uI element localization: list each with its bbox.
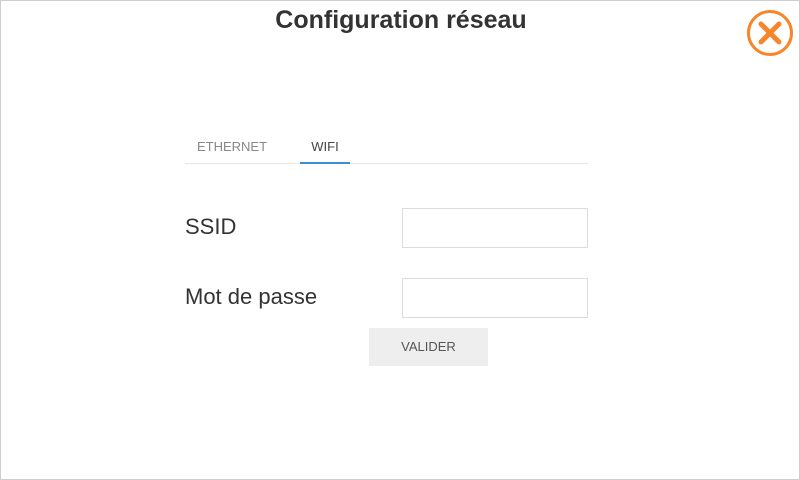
password-label: Mot de passe [185,284,318,309]
ssid-input[interactable] [402,208,588,248]
validate-button[interactable]: VALIDER [369,328,488,366]
password-input[interactable] [402,278,588,318]
close-button[interactable] [747,10,793,56]
close-icon [747,10,793,56]
tab-ethernet[interactable]: ETHERNET [185,129,279,163]
ssid-label: SSID [185,214,237,239]
tab-wifi[interactable]: WIFI [300,129,350,164]
dialog-frame: Configuration réseau ETHERNET WIFI SSID … [0,0,800,480]
network-tabs: ETHERNET WIFI [185,129,588,164]
page-title: Configuration réseau [275,6,527,34]
